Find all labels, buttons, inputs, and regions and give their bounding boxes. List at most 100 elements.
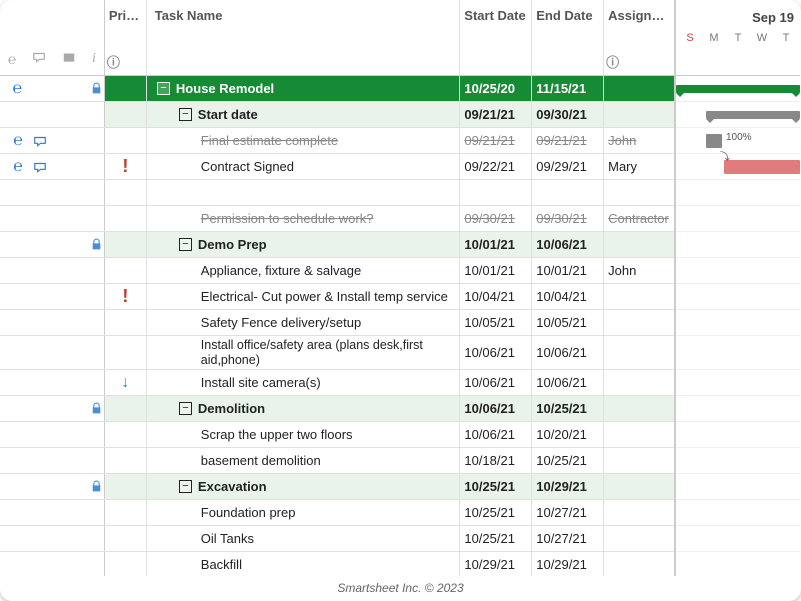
- cell-end-date[interactable]: 10/06/21: [532, 336, 604, 369]
- cell-priority[interactable]: [105, 128, 147, 153]
- cell-assignee[interactable]: John: [604, 128, 674, 153]
- cell-priority[interactable]: [105, 232, 147, 257]
- cell-end-date[interactable]: 10/25/21: [532, 448, 604, 473]
- cell-task[interactable]: Scrap the upper two floors: [147, 422, 461, 447]
- cell-end-date[interactable]: 10/01/21: [532, 258, 604, 283]
- cell-assignee[interactable]: [604, 102, 674, 127]
- cell-assignee[interactable]: [604, 370, 674, 395]
- cell-task[interactable]: Foundation prep: [147, 500, 461, 525]
- cell-end-date[interactable]: 10/06/21: [532, 232, 604, 257]
- table-row[interactable]: ℮!Contract Signed09/22/2109/29/21Mary: [0, 154, 674, 180]
- cell-start-date[interactable]: 10/29/21: [460, 552, 532, 576]
- cell-assignee[interactable]: John: [604, 258, 674, 283]
- cell-priority[interactable]: [105, 102, 147, 127]
- cell-assignee[interactable]: [604, 396, 674, 421]
- cell-task[interactable]: basement demolition: [147, 448, 461, 473]
- cell-task[interactable]: Install site camera(s): [147, 370, 461, 395]
- cell-priority[interactable]: [105, 396, 147, 421]
- cell-assignee[interactable]: [604, 336, 674, 369]
- table-row[interactable]: Oil Tanks10/25/2110/27/21: [0, 526, 674, 552]
- cell-priority[interactable]: ↓: [105, 370, 147, 395]
- cell-task[interactable]: −Start date: [147, 102, 461, 127]
- cell-priority[interactable]: [105, 76, 147, 101]
- cell-priority[interactable]: [105, 180, 147, 205]
- cell-assignee[interactable]: Mary: [604, 154, 674, 179]
- expand-toggle[interactable]: −: [157, 82, 170, 95]
- cell-start-date[interactable]: 10/06/21: [460, 336, 532, 369]
- comment-icon[interactable]: [32, 159, 48, 175]
- gantt-pane[interactable]: Sep 19 SMTWT 100%⤵: [676, 0, 800, 576]
- table-row[interactable]: basement demolition10/18/2110/25/21: [0, 448, 674, 474]
- cell-end-date[interactable]: 10/04/21: [532, 284, 604, 309]
- cell-task[interactable]: −House Remodel: [147, 76, 460, 101]
- cell-priority[interactable]: [105, 206, 147, 231]
- column-header-end[interactable]: End Date: [532, 0, 604, 75]
- cell-assignee[interactable]: [604, 180, 674, 205]
- cell-task[interactable]: Backfill: [147, 552, 461, 576]
- cell-end-date[interactable]: 09/30/21: [532, 206, 604, 231]
- cell-priority[interactable]: !: [105, 284, 147, 309]
- gantt-bar[interactable]: [706, 111, 800, 119]
- table-row[interactable]: Scrap the upper two floors10/06/2110/20/…: [0, 422, 674, 448]
- cell-start-date[interactable]: 10/25/21: [460, 474, 532, 499]
- cell-start-date[interactable]: 10/25/21: [460, 526, 532, 551]
- cell-priority[interactable]: [105, 474, 147, 499]
- column-header-priority[interactable]: Prior… ⓘ: [105, 0, 147, 75]
- cell-end-date[interactable]: 10/06/21: [532, 370, 604, 395]
- table-row[interactable]: ↓Install site camera(s)10/06/2110/06/21: [0, 370, 674, 396]
- table-row[interactable]: −Start date09/21/2109/30/21: [0, 102, 674, 128]
- cell-assignee[interactable]: [604, 284, 674, 309]
- cell-task[interactable]: Safety Fence delivery/setup: [147, 310, 461, 335]
- cell-start-date[interactable]: 09/21/21: [460, 128, 532, 153]
- cell-assignee[interactable]: [604, 526, 674, 551]
- table-row[interactable]: Appliance, fixture & salvage10/01/2110/0…: [0, 258, 674, 284]
- cell-end-date[interactable]: [532, 180, 604, 205]
- cell-end-date[interactable]: 09/21/21: [532, 128, 604, 153]
- cell-assignee[interactable]: [604, 310, 674, 335]
- expand-toggle[interactable]: −: [179, 480, 192, 493]
- cell-end-date[interactable]: 09/30/21: [532, 102, 604, 127]
- cell-assignee[interactable]: [604, 232, 674, 257]
- cell-start-date[interactable]: 09/21/21: [460, 102, 532, 127]
- cell-priority[interactable]: [105, 310, 147, 335]
- cell-task[interactable]: −Excavation: [147, 474, 460, 499]
- cell-end-date[interactable]: 10/29/21: [532, 552, 604, 576]
- cell-start-date[interactable]: 10/06/21: [460, 396, 532, 421]
- table-row[interactable]: Permission to schedule work?09/30/2109/3…: [0, 206, 674, 232]
- expand-toggle[interactable]: −: [179, 108, 192, 121]
- cell-task[interactable]: −Demo Prep: [147, 232, 460, 257]
- attachment-icon[interactable]: ℮: [10, 81, 25, 97]
- cell-task[interactable]: Install office/safety area (plans desk,f…: [147, 336, 461, 369]
- cell-task[interactable]: Electrical- Cut power & Install temp ser…: [147, 284, 461, 309]
- cell-end-date[interactable]: 09/29/21: [532, 154, 604, 179]
- table-row[interactable]: [0, 180, 674, 206]
- cell-start-date[interactable]: 09/22/21: [460, 154, 532, 179]
- cell-task[interactable]: Contract Signed: [147, 154, 461, 179]
- expand-toggle[interactable]: −: [179, 402, 192, 415]
- cell-assignee[interactable]: [604, 500, 674, 525]
- cell-task[interactable]: Oil Tanks: [147, 526, 461, 551]
- column-header-task[interactable]: Task Name: [147, 0, 461, 75]
- cell-priority[interactable]: [105, 552, 147, 576]
- cell-start-date[interactable]: 09/30/21: [460, 206, 532, 231]
- cell-end-date[interactable]: 10/20/21: [532, 422, 604, 447]
- column-header-assignee[interactable]: Assigned To ⓘ: [604, 0, 674, 75]
- cell-start-date[interactable]: 10/04/21: [460, 284, 532, 309]
- gantt-bar[interactable]: [676, 85, 800, 93]
- table-row[interactable]: Foundation prep10/25/2110/27/21: [0, 500, 674, 526]
- cell-assignee[interactable]: [604, 552, 674, 576]
- table-row[interactable]: −Demolition10/06/2110/25/21: [0, 396, 674, 422]
- cell-task[interactable]: Appliance, fixture & salvage: [147, 258, 461, 283]
- table-row[interactable]: Install office/safety area (plans desk,f…: [0, 336, 674, 370]
- cell-start-date[interactable]: 10/06/21: [460, 370, 532, 395]
- cell-end-date[interactable]: 10/27/21: [532, 526, 604, 551]
- cell-start-date[interactable]: 10/01/21: [460, 232, 532, 257]
- table-row[interactable]: Safety Fence delivery/setup10/05/2110/05…: [0, 310, 674, 336]
- cell-task[interactable]: Final estimate complete: [147, 128, 461, 153]
- cell-start-date[interactable]: 10/18/21: [460, 448, 532, 473]
- cell-end-date[interactable]: 10/05/21: [532, 310, 604, 335]
- attachment-icon[interactable]: ℮: [10, 159, 26, 175]
- cell-start-date[interactable]: 10/05/21: [460, 310, 532, 335]
- cell-priority[interactable]: [105, 526, 147, 551]
- attachment-icon[interactable]: ℮: [10, 133, 26, 149]
